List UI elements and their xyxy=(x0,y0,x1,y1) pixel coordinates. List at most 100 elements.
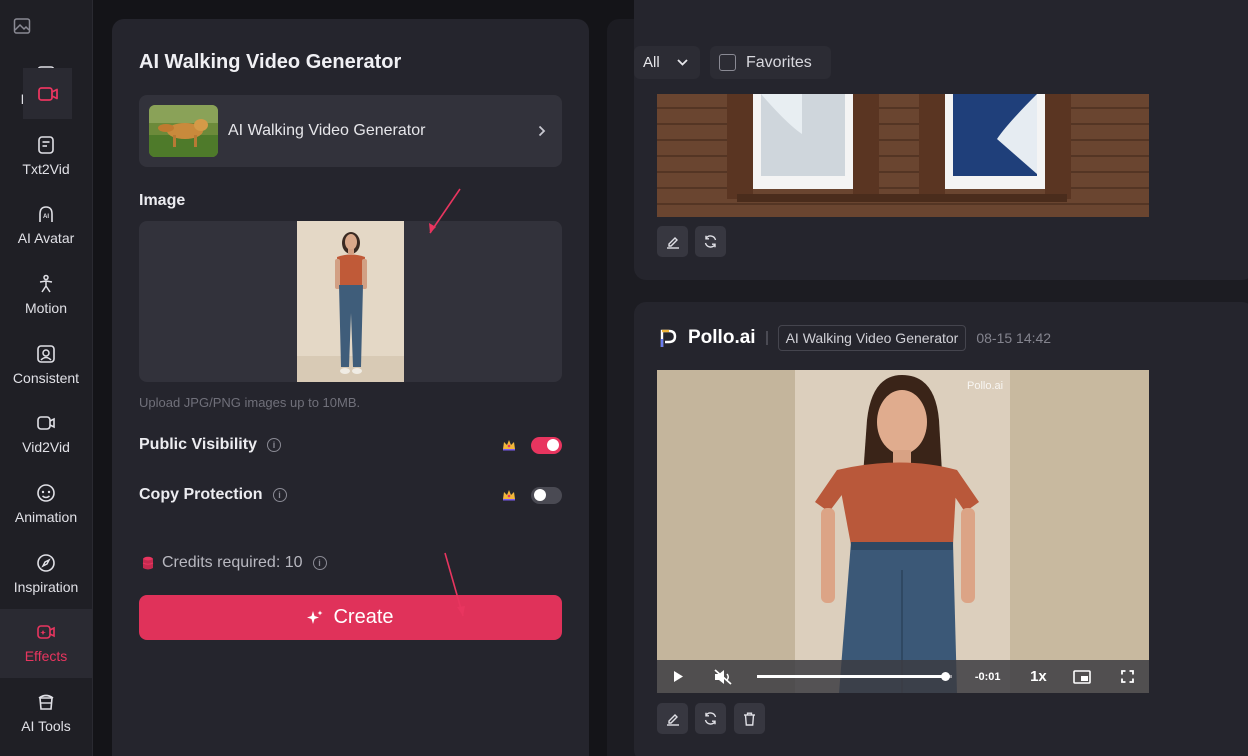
filter-select[interactable]: All xyxy=(634,46,700,79)
filter-select-value: All xyxy=(643,54,660,71)
sparkle-icon xyxy=(307,610,323,624)
pip-button[interactable] xyxy=(1059,669,1105,684)
animation-icon xyxy=(37,484,55,502)
edit-button[interactable] xyxy=(657,703,688,734)
rail-item-label: Effects xyxy=(24,648,68,665)
delete-button[interactable] xyxy=(734,703,765,734)
tool-name: AI Walking Video Generator xyxy=(228,122,426,139)
crown-icon xyxy=(503,490,515,501)
crown-icon xyxy=(503,440,515,451)
upload-hint: Upload JPG/PNG images up to 10MB. xyxy=(139,395,361,410)
fullscreen-icon xyxy=(1120,670,1134,683)
result-card-header: Pollo.ai AI Walking Video Generator 08-1… xyxy=(657,325,1051,351)
info-icon[interactable]: i xyxy=(312,556,327,570)
copy-protection-label: Copy Protection xyxy=(139,486,263,503)
refresh-icon xyxy=(704,235,717,248)
rail-item-ai-avatar[interactable]: AI AI Avatar xyxy=(0,190,92,260)
scrubber-progress xyxy=(756,675,946,678)
rail-item-label: Inspiration xyxy=(13,578,79,595)
play-button[interactable] xyxy=(657,670,701,683)
video-controls: -0:01 1x xyxy=(657,660,1149,693)
fullscreen-button[interactable] xyxy=(1105,670,1149,683)
rail-item-ai-tools[interactable]: AI Tools xyxy=(0,678,92,748)
ai-tools-icon xyxy=(38,694,54,710)
compass-icon xyxy=(37,553,55,572)
coins-icon xyxy=(142,556,154,569)
play-icon xyxy=(674,671,684,682)
public-visibility-row: Public Visibility i xyxy=(139,433,562,457)
favorites-label: Favorites xyxy=(746,53,812,71)
info-icon[interactable]: i xyxy=(266,438,281,452)
rail-item-vid2vid[interactable]: Vid2Vid xyxy=(0,399,92,469)
info-icon[interactable]: i xyxy=(272,488,287,502)
edit-icon xyxy=(666,713,679,726)
public-visibility-toggle[interactable] xyxy=(531,436,562,454)
left-rail: Img2VidTxt2VidAIAI AvatarMotionConsisten… xyxy=(0,0,93,756)
rail-nav: Img2VidTxt2VidAIAI AvatarMotionConsisten… xyxy=(0,51,92,748)
result-video-player[interactable]: Pollo.ai -0:01 1x xyxy=(657,370,1149,693)
refresh-icon xyxy=(704,712,717,725)
rail-top-tabs xyxy=(0,0,92,119)
muted-speaker-icon xyxy=(714,668,732,685)
result-timestamp: 08-15 14:42 xyxy=(976,330,1052,346)
video-mode-tab[interactable] xyxy=(23,68,72,119)
rail-item-motion[interactable]: Motion xyxy=(0,260,92,330)
text-video-icon xyxy=(38,135,54,154)
favorites-filter[interactable]: Favorites xyxy=(710,46,831,79)
edit-icon xyxy=(666,236,679,249)
effects-icon xyxy=(37,625,55,640)
create-button[interactable]: Create xyxy=(139,595,562,640)
favorites-checkbox[interactable] xyxy=(719,54,736,71)
image-mode-tab[interactable] xyxy=(0,0,44,51)
chevron-down-icon xyxy=(677,59,688,66)
rail-item-effects[interactable]: Effects xyxy=(0,608,92,679)
credits-info: Credits required: 10 i xyxy=(142,554,327,572)
playback-speed-button[interactable]: 1x xyxy=(1018,668,1060,685)
image-section-label: Image xyxy=(139,192,186,209)
picture-in-picture-icon xyxy=(1073,669,1092,684)
scrubber-handle[interactable] xyxy=(941,672,951,681)
credits-text: Credits required: 10 xyxy=(162,554,303,571)
svg-text:AI: AI xyxy=(43,214,49,220)
edit-button[interactable] xyxy=(657,226,688,257)
tool-selector[interactable]: AI Walking Video Generator xyxy=(139,95,562,167)
rail-item-label: Motion xyxy=(24,299,68,316)
pollo-logo-icon xyxy=(660,329,677,347)
generator-panel: AI Walking Video Generator AI Walking Vi… xyxy=(112,19,589,756)
time-remaining: -0:01 xyxy=(974,670,1001,683)
copy-protection-toggle[interactable] xyxy=(531,486,562,504)
video-watermark: Pollo.ai xyxy=(967,380,1004,392)
trash-icon xyxy=(744,712,755,726)
result-card-previous xyxy=(634,0,1248,280)
video-scrubber[interactable] xyxy=(756,660,958,693)
regenerate-button[interactable] xyxy=(695,703,726,734)
copy-protection-row: Copy Protection i xyxy=(139,483,562,507)
filter-bar: All Favorites xyxy=(634,46,831,79)
rail-item-txt2vid[interactable]: Txt2Vid xyxy=(0,121,92,191)
create-label: Create xyxy=(333,606,394,628)
brand-name: Pollo.ai xyxy=(688,327,756,348)
image-icon xyxy=(13,17,31,34)
mute-button[interactable] xyxy=(701,668,745,685)
video-camera-icon xyxy=(37,86,58,101)
tool-tag: AI Walking Video Generator xyxy=(777,325,967,351)
motion-icon xyxy=(39,274,53,293)
consistent-icon xyxy=(37,344,55,363)
uploaded-image-preview xyxy=(297,221,404,382)
image-upload-area[interactable] xyxy=(139,221,562,382)
public-visibility-label: Public Visibility xyxy=(139,436,257,453)
result-card: Pollo.ai AI Walking Video Generator 08-1… xyxy=(634,302,1248,756)
tool-thumbnail xyxy=(149,105,218,157)
divider xyxy=(765,331,768,345)
page-title: AI Walking Video Generator xyxy=(139,51,402,73)
rail-item-label: Vid2Vid xyxy=(22,439,70,456)
rail-item-animation[interactable]: Animation xyxy=(0,469,92,539)
rail-item-inspiration[interactable]: Inspiration xyxy=(0,539,92,609)
regenerate-button[interactable] xyxy=(695,226,726,257)
rail-item-label: Txt2Vid xyxy=(22,160,70,177)
rail-item-consistent[interactable]: Consistent xyxy=(0,330,92,400)
vid2vid-icon xyxy=(37,416,55,431)
rail-item-label: Animation xyxy=(14,508,78,525)
rail-item-label: Consistent xyxy=(12,369,80,386)
chevron-right-icon xyxy=(538,125,546,137)
